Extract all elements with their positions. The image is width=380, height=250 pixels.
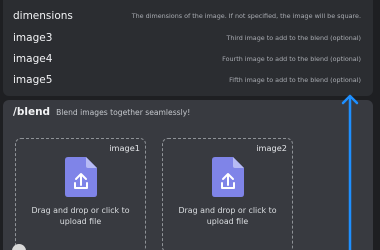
option-image5[interactable]: image5 Fifth image to add to the blend (… <box>3 69 373 90</box>
upload-file-icon <box>65 157 97 197</box>
command-header: /blend Blend images together seamlessly! <box>13 106 190 118</box>
option-description: The dimensions of the image. If not spec… <box>131 11 361 20</box>
upload-label: image2 <box>256 143 287 153</box>
option-description: Fourth image to add to the blend (option… <box>222 54 361 63</box>
option-name: image3 <box>13 31 53 44</box>
command-name: /blend <box>13 106 51 118</box>
option-name: image5 <box>13 73 53 86</box>
option-dimensions[interactable]: dimensions The dimensions of the image. … <box>3 5 373 26</box>
option-name: image4 <box>13 52 53 65</box>
upload-file-icon <box>212 157 244 197</box>
upload-label: image1 <box>109 143 140 153</box>
option-name: dimensions <box>13 9 73 22</box>
upload-instructions: Drag and drop or click to upload file <box>178 206 277 226</box>
upload-dropzone-image2[interactable]: image2 Drag and drop or click to upload … <box>162 138 293 250</box>
up-arrow-icon <box>341 94 359 250</box>
option-image3[interactable]: image3 Third image to add to the blend (… <box>3 27 373 48</box>
option-description: Fifth image to add to the blend (optiona… <box>229 75 361 84</box>
option-image4[interactable]: image4 Fourth image to add to the blend … <box>3 48 373 69</box>
command-description: Blend images together seamlessly! <box>56 108 191 117</box>
option-description: Third image to add to the blend (optiona… <box>226 33 361 42</box>
upload-dropzone-image1[interactable]: image1 Drag and drop or click to upload … <box>15 138 146 250</box>
options-list: dimensions The dimensions of the image. … <box>3 0 373 96</box>
command-panel: /blend Blend images together seamlessly!… <box>3 100 373 250</box>
upload-instructions: Drag and drop or click to upload file <box>31 206 130 226</box>
